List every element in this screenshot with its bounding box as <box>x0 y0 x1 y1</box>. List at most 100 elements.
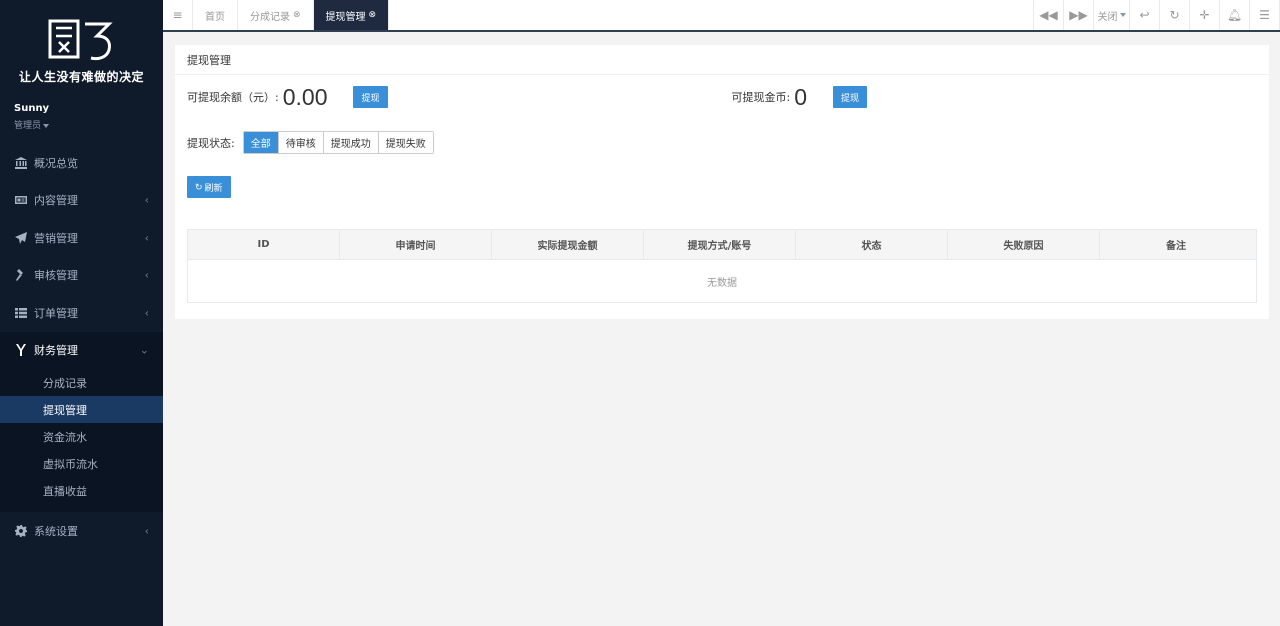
sidebar-item-label: 内容管理 <box>34 194 78 208</box>
forward-icon: ▶▶ <box>1069 8 1088 22</box>
column-header[interactable]: 实际提现金额 <box>492 230 644 259</box>
sidebar-item-label: 审核管理 <box>34 269 78 283</box>
withdraw-coin-button[interactable]: 提现 <box>833 86 868 108</box>
sidebar-item-content[interactable]: 内容管理 ‹ <box>0 182 163 220</box>
sidebar-item-settings[interactable]: 系统设置 ‹ <box>0 512 163 550</box>
status-all-button[interactable]: 全部 <box>243 132 279 153</box>
refresh-label: 刷新 <box>204 182 223 193</box>
status-failed-button[interactable]: 提现失败 <box>378 132 433 153</box>
tab-withdraw[interactable]: 提现管理 ⊗ <box>313 0 390 30</box>
sidebar-subitem-fund-flow[interactable]: 资金流水 <box>0 423 163 450</box>
chevron-left-icon: ‹ <box>144 268 149 282</box>
coin-value: 0 <box>794 83 808 110</box>
scroll-left-button[interactable]: ◀◀ <box>1034 0 1064 30</box>
chevron-left-icon: ‹ <box>144 231 149 245</box>
coin-label: 可提现金币: <box>731 91 791 104</box>
yen-icon <box>14 344 27 357</box>
logo-icon <box>48 19 113 61</box>
sidebar-subitem-commission[interactable]: 分成记录 <box>0 369 163 396</box>
column-header[interactable]: 失败原因 <box>948 230 1100 259</box>
close-tabs-label: 关闭 <box>1097 11 1118 23</box>
table-empty-message: 无数据 <box>707 277 737 289</box>
caret-down-icon <box>1119 13 1126 17</box>
sidebar-item-label: 系统设置 <box>34 524 78 538</box>
menu-toggle-button[interactable]: ≡ <box>163 0 193 30</box>
sidebar-menu: 概况总览 内容管理 ‹ 营销管理 ‹ 审核管理 ‹ 订单管理 ‹ 财务管理 ⌄ <box>0 144 163 550</box>
status-filter: 提现状态: 全部 待审核 提现成功 提现失败 <box>187 131 434 154</box>
fullscreen-button[interactable]: ✛ <box>1190 0 1220 30</box>
sidebar-item-marketing[interactable]: 营销管理 ‹ <box>0 219 163 257</box>
logo-slogan: 让人生没有难做的决定 <box>18 70 144 84</box>
refresh-list-button[interactable]: ↻ 刷新 <box>187 176 231 198</box>
balance-value: 0.00 <box>282 83 328 110</box>
chevron-left-icon: ‹ <box>144 524 149 538</box>
status-success-button[interactable]: 提现成功 <box>323 132 379 153</box>
withdraw-balance-button[interactable]: 提现 <box>353 86 388 108</box>
newspaper-icon <box>14 194 27 207</box>
tab-label: 首页 <box>205 11 225 23</box>
tasks-icon: ☰ <box>1259 8 1270 22</box>
tab-bar: ≡ 首页 分成记录 ⊗ 提现管理 ⊗ ◀◀ ▶▶ 关闭 ↩ ↻ ✛ 🔔︎ ☰ <box>163 0 1280 32</box>
column-header[interactable]: 申请时间 <box>340 230 492 259</box>
sidebar-item-label: 营销管理 <box>34 231 78 245</box>
back-button[interactable]: ↩ <box>1130 0 1160 30</box>
scroll-right-button[interactable]: ▶▶ <box>1064 0 1094 30</box>
sidebar-item-audit[interactable]: 审核管理 ‹ <box>0 257 163 295</box>
user-role[interactable]: 管理员 <box>14 118 149 131</box>
balance-label: 可提现余额（元）: <box>187 91 279 104</box>
notification-button[interactable]: 🔔︎ <box>1220 0 1250 30</box>
sidebar-subitem-coin-flow[interactable]: 虚拟币流水 <box>0 450 163 477</box>
arrows-icon: ✛ <box>1199 8 1210 22</box>
close-circle-icon[interactable]: ⊗ <box>293 10 301 20</box>
finance-submenu: 分成记录 提现管理 资金流水 虚拟币流水 直播收益 <box>0 369 163 512</box>
withdraw-table: ID 申请时间 实际提现金额 提现方式/账号 状态 失败原因 备注 无数据 <box>187 229 1257 303</box>
user-profile[interactable]: Sunny 管理员 <box>0 95 163 137</box>
gear-icon <box>14 524 27 537</box>
column-header[interactable]: ID <box>188 230 340 259</box>
backward-icon: ◀◀ <box>1039 8 1058 22</box>
status-filter-label: 提现状态: <box>187 136 235 150</box>
gavel-icon <box>14 269 27 282</box>
tab-home[interactable]: 首页 <box>193 0 238 30</box>
settings-panel-button[interactable]: ☰ <box>1250 0 1280 30</box>
sidebar-item-finance[interactable]: 财务管理 ⌄ <box>0 332 163 370</box>
sidebar-group-finance: 财务管理 ⌄ 分成记录 提现管理 资金流水 虚拟币流水 直播收益 <box>0 331 163 512</box>
user-role-label: 管理员 <box>14 121 42 131</box>
close-tabs-dropdown[interactable]: 关闭 <box>1094 0 1130 30</box>
status-pending-button[interactable]: 待审核 <box>278 132 324 153</box>
status-segmented-control: 全部 待审核 提现成功 提现失败 <box>242 131 434 154</box>
refresh-icon: ↻ <box>1169 8 1180 22</box>
refresh-button[interactable]: ↻ <box>1160 0 1190 30</box>
paper-plane-icon <box>14 231 27 244</box>
balance-row: 可提现余额（元）: 0.00 提现 可提现金币: 0 提现 <box>187 83 1257 111</box>
tab-bar-tools: ◀◀ ▶▶ 关闭 ↩ ↻ ✛ 🔔︎ ☰ <box>1033 0 1280 30</box>
caret-down-icon <box>43 123 50 128</box>
tab-commission[interactable]: 分成记录 ⊗ <box>238 0 314 30</box>
list-icon <box>14 306 27 319</box>
sidebar-item-label: 概况总览 <box>34 156 78 170</box>
table-header: ID 申请时间 实际提现金额 提现方式/账号 状态 失败原因 备注 <box>188 230 1256 260</box>
chevron-left-icon: ‹ <box>144 306 149 320</box>
sidebar-subitem-live-income[interactable]: 直播收益 <box>0 477 163 504</box>
sidebar-item-orders[interactable]: 订单管理 ‹ <box>0 294 163 332</box>
column-header[interactable]: 提现方式/账号 <box>644 230 796 259</box>
sidebar-item-label: 财务管理 <box>34 344 78 358</box>
bank-icon <box>14 156 27 169</box>
chevron-down-icon: ⌄ <box>139 343 149 357</box>
logo-area: 让人生没有难做的决定 <box>0 0 163 95</box>
tab-label: 提现管理 <box>325 11 366 23</box>
sidebar-subitem-withdraw[interactable]: 提现管理 <box>0 396 163 423</box>
refresh-icon: ↻ <box>195 181 203 192</box>
close-circle-icon[interactable]: ⊗ <box>369 10 377 20</box>
column-header[interactable]: 备注 <box>1100 230 1252 259</box>
sidebar: 让人生没有难做的决定 Sunny 管理员 概况总览 内容管理 ‹ 营销管理 ‹ … <box>0 0 163 626</box>
tab-label: 分成记录 <box>250 11 290 23</box>
column-header[interactable]: 状态 <box>796 230 948 259</box>
chevron-left-icon: ‹ <box>144 193 149 207</box>
sidebar-item-overview[interactable]: 概况总览 <box>0 144 163 182</box>
bell-icon: 🔔︎ <box>1226 8 1243 22</box>
withdraw-panel: 提现管理 可提现余额（元）: 0.00 提现 可提现金币: 0 提现 提现状态:… <box>175 45 1269 319</box>
page-title: 提现管理 <box>175 45 1269 75</box>
sidebar-item-label: 订单管理 <box>34 306 78 320</box>
hamburger-icon: ≡ <box>172 8 183 22</box>
